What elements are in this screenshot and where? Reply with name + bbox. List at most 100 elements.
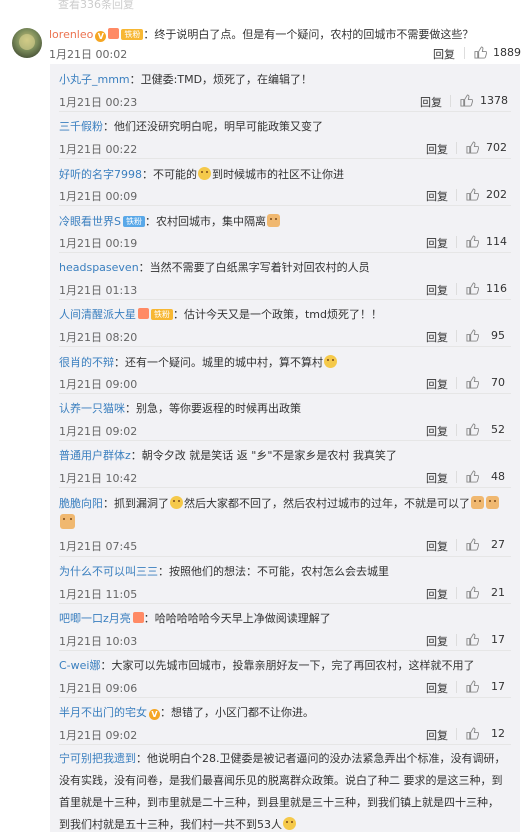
divider: [59, 487, 511, 488]
reply-button[interactable]: 回复: [426, 235, 448, 251]
reply-line: 人间清醒派大星 铁粉 ：估计今天又是一个政策，tmd烦死了！！: [59, 308, 382, 322]
reply-button[interactable]: 回复: [426, 282, 448, 298]
emoji-icon: [170, 496, 183, 509]
more-replies-link[interactable]: 查看336条回复: [58, 0, 134, 12]
reply-button[interactable]: 回复: [426, 376, 448, 392]
avatar[interactable]: [12, 28, 42, 58]
reply-text: ：别急，等你要返程的时候再出政策: [125, 402, 301, 415]
reply-text: ：还有一个疑问。城里的城中村，算不算村: [114, 356, 323, 369]
like-count: 17: [491, 680, 505, 693]
reply-button[interactable]: 回复: [426, 727, 448, 743]
reply-username[interactable]: headspaseven: [59, 261, 139, 274]
reply-text: ：不可能的: [142, 168, 197, 181]
cat-emoji-icon: [266, 214, 280, 227]
reply-username[interactable]: 半月不出门的宅女: [59, 706, 147, 719]
reply-text: ：卫健委:TMD，烦死了，在编辑了！: [129, 73, 313, 86]
divider: [456, 189, 457, 201]
divider: [456, 424, 457, 436]
thumb-up-icon[interactable]: [466, 633, 479, 646]
cat-emoji-icon: [471, 496, 484, 509]
divider: [59, 556, 511, 557]
reply-username[interactable]: 冷眼看世界S: [59, 215, 121, 228]
reply-button[interactable]: 回复: [426, 586, 448, 602]
emoji-icon: [198, 167, 211, 180]
thumb-up-icon[interactable]: [466, 329, 479, 342]
vip-icon: V: [95, 31, 107, 42]
reply-username[interactable]: 很肖的不辩: [59, 356, 114, 369]
reply-button[interactable]: 回复: [426, 141, 448, 157]
thumb-up-icon[interactable]: [460, 94, 473, 107]
fan-badge-icon: 铁粉: [151, 309, 173, 320]
reply-button[interactable]: 回复: [426, 633, 448, 649]
reply-username[interactable]: 认养一只猫咪: [59, 402, 125, 415]
reply-button[interactable]: 回复: [426, 329, 448, 345]
thumb-up-icon[interactable]: [466, 141, 479, 154]
reply-username[interactable]: 宁可别把我遗到: [59, 752, 136, 765]
reply-text: ：朝令夕改 就是笑话 返 "乡"不是家乡是农村 我真笑了: [130, 449, 397, 462]
thumb-up-icon[interactable]: [466, 538, 479, 551]
reply-username[interactable]: C-wei娜: [59, 659, 100, 672]
divider: [456, 728, 457, 740]
reply-line: 认养一只猫咪：别急，等你要返程的时候再出政策: [59, 402, 301, 416]
thumb-up-icon[interactable]: [466, 680, 479, 693]
reply-button[interactable]: 回复: [420, 94, 442, 110]
thumb-up-icon[interactable]: [466, 235, 479, 248]
reply-username[interactable]: 吧唧一口z月亮: [59, 612, 131, 625]
reply-time: 1月21日 00:22: [59, 143, 138, 156]
thumb-up-icon[interactable]: [474, 46, 487, 59]
divider: [59, 111, 511, 112]
reply-line: headspaseven：当然不需要了白纸黑字写着针对回农村的人员: [59, 261, 370, 275]
thumb-up-icon[interactable]: [466, 188, 479, 201]
divider: [59, 299, 511, 300]
divider: [456, 330, 457, 342]
emoji-icon: [324, 355, 337, 368]
thumb-up-icon[interactable]: [466, 423, 479, 436]
divider: [456, 236, 457, 248]
reply-button[interactable]: 回复: [426, 188, 448, 204]
reply-username[interactable]: 小丸子_mmm: [59, 73, 130, 86]
reply-time: 1月21日 09:06: [59, 682, 138, 695]
main-comment: lorenleo V 铁粉 ：终于说明白了点。但是有一个疑问，农村的回城市不需要做这些…: [0, 14, 524, 64]
divider: [59, 393, 511, 394]
reply-username[interactable]: 三千假粉: [59, 120, 103, 133]
like-count: 95: [491, 329, 505, 342]
divider: [59, 205, 511, 206]
main-reply-button[interactable]: 回复: [433, 46, 455, 62]
member-crown-icon: [108, 28, 120, 39]
reply-username[interactable]: 为什么不可以叫三三: [59, 565, 158, 578]
reply-username[interactable]: 脆脆向阳: [59, 497, 103, 510]
reply-username[interactable]: 好听的名字7998: [59, 168, 142, 181]
reply-line: 好听的名字7998：不可能的 到时候城市的社区不让你进: [59, 167, 344, 182]
reply-username[interactable]: 普通用户群体z: [59, 449, 131, 462]
divider: [456, 634, 457, 646]
reply-line: 脆脆向阳：抓到漏洞了 然后大家都不回了，然后农村过城市的过年，不就是可以了: [59, 496, 500, 511]
reply-text: ：估计今天又是一个政策，tmd烦死了！！: [173, 308, 383, 321]
reply-text: ：按照他们的想法：不可能，农村怎么会去城里: [158, 565, 389, 578]
reply-button[interactable]: 回复: [426, 470, 448, 486]
divider: [456, 587, 457, 599]
divider: [59, 346, 511, 347]
reply-line: 小丸子_mmm：卫健委:TMD，烦死了，在编辑了！: [59, 73, 312, 87]
thumb-up-icon[interactable]: [466, 376, 479, 389]
reply-line: 宁可别把我遗到：他说明白个28.卫健委是被记者逼问的没办法紧急弄出个标准，没有调…: [59, 748, 509, 832]
member-crown-icon: [138, 308, 149, 319]
fan-badge-icon: 铁粉: [122, 216, 145, 227]
main-username[interactable]: lorenleo: [49, 28, 93, 41]
reply-button[interactable]: 回复: [426, 680, 448, 696]
reply-text: ：当然不需要了白纸黑字写着针对回农村的人员: [138, 261, 370, 274]
divider: [456, 539, 457, 551]
fan-badge-icon: 铁粉: [121, 29, 144, 40]
cat-emoji-icon: [486, 496, 499, 509]
reply-time: 1月21日 07:45: [59, 540, 138, 553]
divider: [456, 283, 457, 295]
thumb-up-icon[interactable]: [466, 470, 479, 483]
like-count: 17: [491, 633, 505, 646]
divider: [59, 158, 511, 159]
like-count: 114: [486, 235, 507, 248]
reply-username[interactable]: 人间清醒派大星: [59, 308, 136, 321]
thumb-up-icon[interactable]: [466, 282, 479, 295]
reply-button[interactable]: 回复: [426, 538, 448, 554]
reply-button[interactable]: 回复: [426, 423, 448, 439]
thumb-up-icon[interactable]: [466, 586, 479, 599]
thumb-up-icon[interactable]: [466, 727, 479, 740]
